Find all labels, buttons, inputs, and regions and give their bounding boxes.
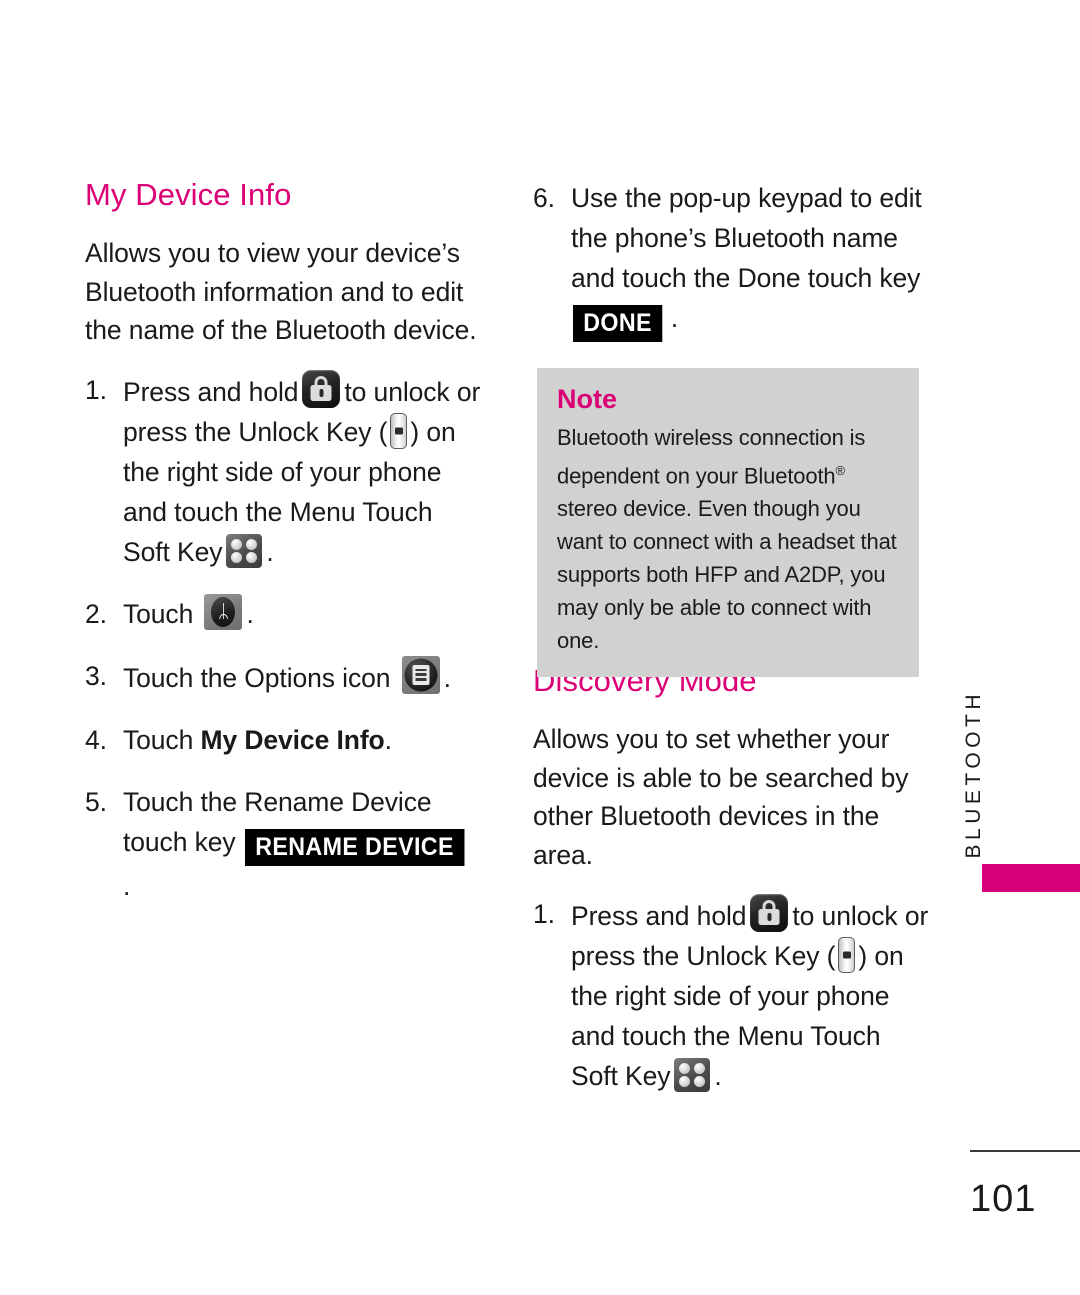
list-item: 2. Touch ᛦ. bbox=[85, 593, 485, 634]
manual-page: My Device Info Allows you to view your d… bbox=[0, 0, 1080, 1295]
lock-icon bbox=[302, 369, 341, 408]
step-text: . bbox=[266, 536, 274, 567]
note-title: Note bbox=[557, 384, 617, 414]
done-touch-key[interactable]: DONE bbox=[573, 305, 663, 342]
step-text: . bbox=[443, 662, 451, 693]
bluetooth-icon: ᛦ bbox=[204, 593, 243, 630]
note-box: Note Bluetooth wireless connection is de… bbox=[537, 368, 919, 678]
menu-touch-soft-key-icon bbox=[674, 1058, 711, 1093]
step-number: 1. bbox=[85, 374, 107, 405]
step-number: 1. bbox=[533, 899, 555, 930]
step-emphasis: My Device Info bbox=[200, 724, 385, 755]
page-title-my-device-info: My Device Info bbox=[85, 177, 292, 212]
bluetooth-glyph: ᛦ bbox=[217, 600, 230, 623]
page-number: 101 bbox=[970, 1178, 1037, 1220]
list-item: 1. Press and hold to unlock or press the U… bbox=[85, 369, 485, 572]
note-body-part-1: Bluetooth wireless connection is depende… bbox=[557, 425, 866, 489]
left-column: My Device Info Allows you to view your d… bbox=[85, 177, 485, 928]
step-text: Touch bbox=[123, 724, 194, 755]
rename-device-touch-key[interactable]: RENAME DEVICE bbox=[244, 828, 464, 866]
section-tab-marker bbox=[982, 864, 1080, 892]
footer-divider bbox=[970, 1150, 1080, 1152]
unlock-side-key-icon bbox=[838, 937, 856, 974]
lock-icon bbox=[750, 894, 789, 933]
my-device-info-steps-continued: 6. Use the pop-up keypad to edit the phon… bbox=[533, 178, 933, 342]
list-item: 3. Touch the Options icon . bbox=[85, 655, 485, 698]
list-item: 5. Touch the Rename Device touch key RENA… bbox=[85, 782, 485, 906]
my-device-info-steps: 1. Press and hold to unlock or press the U… bbox=[85, 369, 485, 906]
step-number: 6. bbox=[533, 183, 555, 213]
step-text: Use the pop-up keypad to edit the phone’… bbox=[571, 183, 922, 293]
list-item: 4. Touch My Device Info. bbox=[85, 720, 485, 760]
my-device-info-description: Allows you to view your device’s Bluetoo… bbox=[85, 238, 477, 346]
discovery-mode-steps: 1. Press and hold to unlock or press the U… bbox=[533, 894, 933, 1096]
step-number: 2. bbox=[85, 598, 107, 629]
step-number: 3. bbox=[85, 660, 107, 691]
section-tab-label: BLUETOOTH bbox=[962, 690, 985, 859]
registered-mark: ® bbox=[835, 463, 846, 479]
step-text: . bbox=[670, 303, 679, 333]
list-item: 1. Press and hold to unlock or press the U… bbox=[533, 894, 933, 1096]
discovery-mode-description: Allows you to set whether your device is… bbox=[533, 724, 909, 870]
step-text: Press and hold bbox=[571, 901, 747, 932]
list-item: 6. Use the pop-up keypad to edit the phon… bbox=[533, 178, 933, 342]
step-text: Press and hold bbox=[123, 376, 299, 407]
note-body-part-2: stereo device. Even though you want to c… bbox=[557, 496, 897, 654]
step-text: . bbox=[714, 1061, 722, 1092]
step-text: . bbox=[246, 598, 254, 629]
menu-touch-soft-key-icon bbox=[226, 533, 263, 568]
step-number: 4. bbox=[85, 724, 107, 755]
step-text: . bbox=[123, 870, 131, 901]
unlock-side-key-icon bbox=[390, 412, 408, 449]
options-icon bbox=[401, 655, 440, 694]
step-text: Touch bbox=[123, 598, 194, 629]
note-body: Bluetooth wireless connection is depende… bbox=[557, 421, 899, 657]
step-text: . bbox=[384, 724, 392, 755]
step-text: Touch the Options icon bbox=[123, 662, 391, 693]
step-number: 5. bbox=[85, 786, 107, 817]
